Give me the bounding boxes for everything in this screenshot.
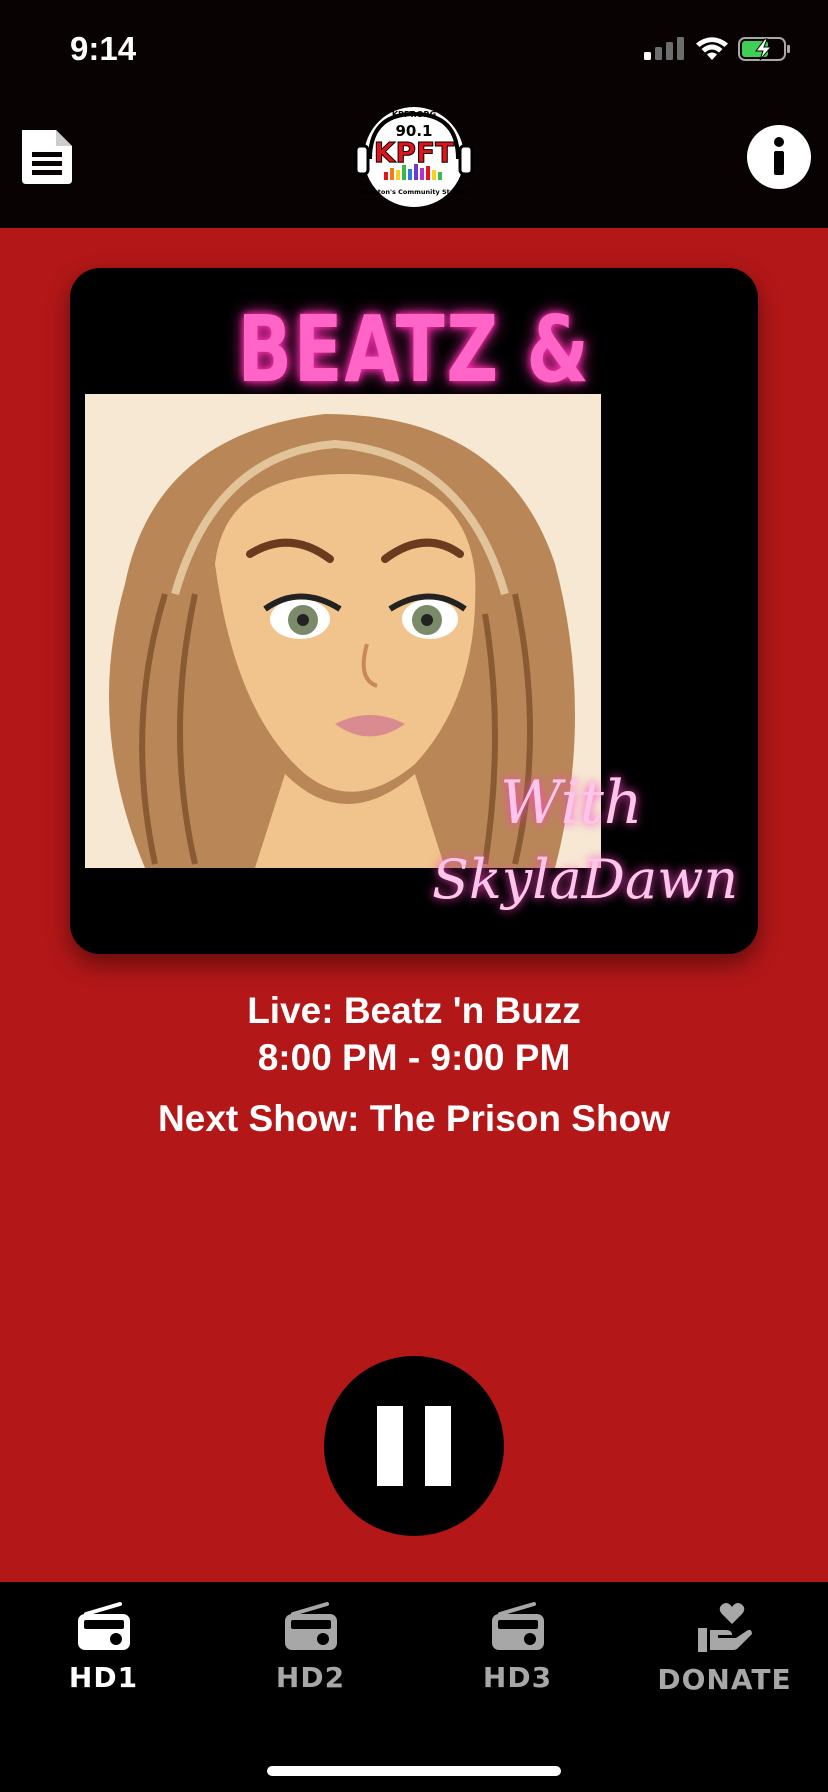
tab-label: HD3 <box>482 1661 553 1694</box>
tab-bar: HD1 HD2 HD3 DONATE <box>0 1582 828 1792</box>
live-show-title: Live: Beatz 'n Buzz <box>247 990 581 1031</box>
tab-hd1[interactable]: HD1 <box>0 1602 207 1694</box>
logo-tagline: Houston's Community Station <box>359 188 469 196</box>
donate-heart-hand-icon <box>697 1603 752 1652</box>
pause-button[interactable] <box>324 1356 504 1536</box>
artwork-with: With <box>500 768 643 838</box>
station-logo: KPFT.ORG 90.1 KPFT Houston's Community S… <box>350 104 478 210</box>
radio-icon <box>491 1602 544 1650</box>
show-time-range: 8:00 PM - 9:00 PM <box>257 1037 571 1078</box>
show-artwork: BEATZ & BUZZ W <box>70 268 758 954</box>
cellular-signal-icon <box>644 37 684 60</box>
home-indicator[interactable] <box>267 1766 561 1776</box>
radio-icon <box>77 1602 130 1650</box>
tab-label: HD2 <box>275 1661 346 1694</box>
schedule-button[interactable] <box>16 126 78 188</box>
radio-icon <box>284 1602 337 1650</box>
logo-url: KPFT.ORG <box>392 110 436 119</box>
system-status-icons <box>644 37 790 61</box>
info-icon <box>747 125 811 189</box>
artwork-host-name: SkylaDawn <box>432 848 739 911</box>
tab-hd2[interactable]: HD2 <box>207 1602 414 1694</box>
next-show: Next Show: The Prison Show <box>158 1098 670 1139</box>
tab-hd3[interactable]: HD3 <box>414 1602 621 1694</box>
document-icon <box>22 130 72 184</box>
tab-donate[interactable]: DONATE <box>621 1602 828 1696</box>
wifi-icon <box>696 37 728 60</box>
tab-label: HD1 <box>68 1661 139 1694</box>
tab-label: DONATE <box>657 1663 792 1696</box>
status-time: 9:14 <box>70 30 137 67</box>
info-button[interactable] <box>746 124 812 190</box>
status-bar: 9:14 <box>0 0 828 100</box>
battery-charging-icon <box>738 37 790 61</box>
